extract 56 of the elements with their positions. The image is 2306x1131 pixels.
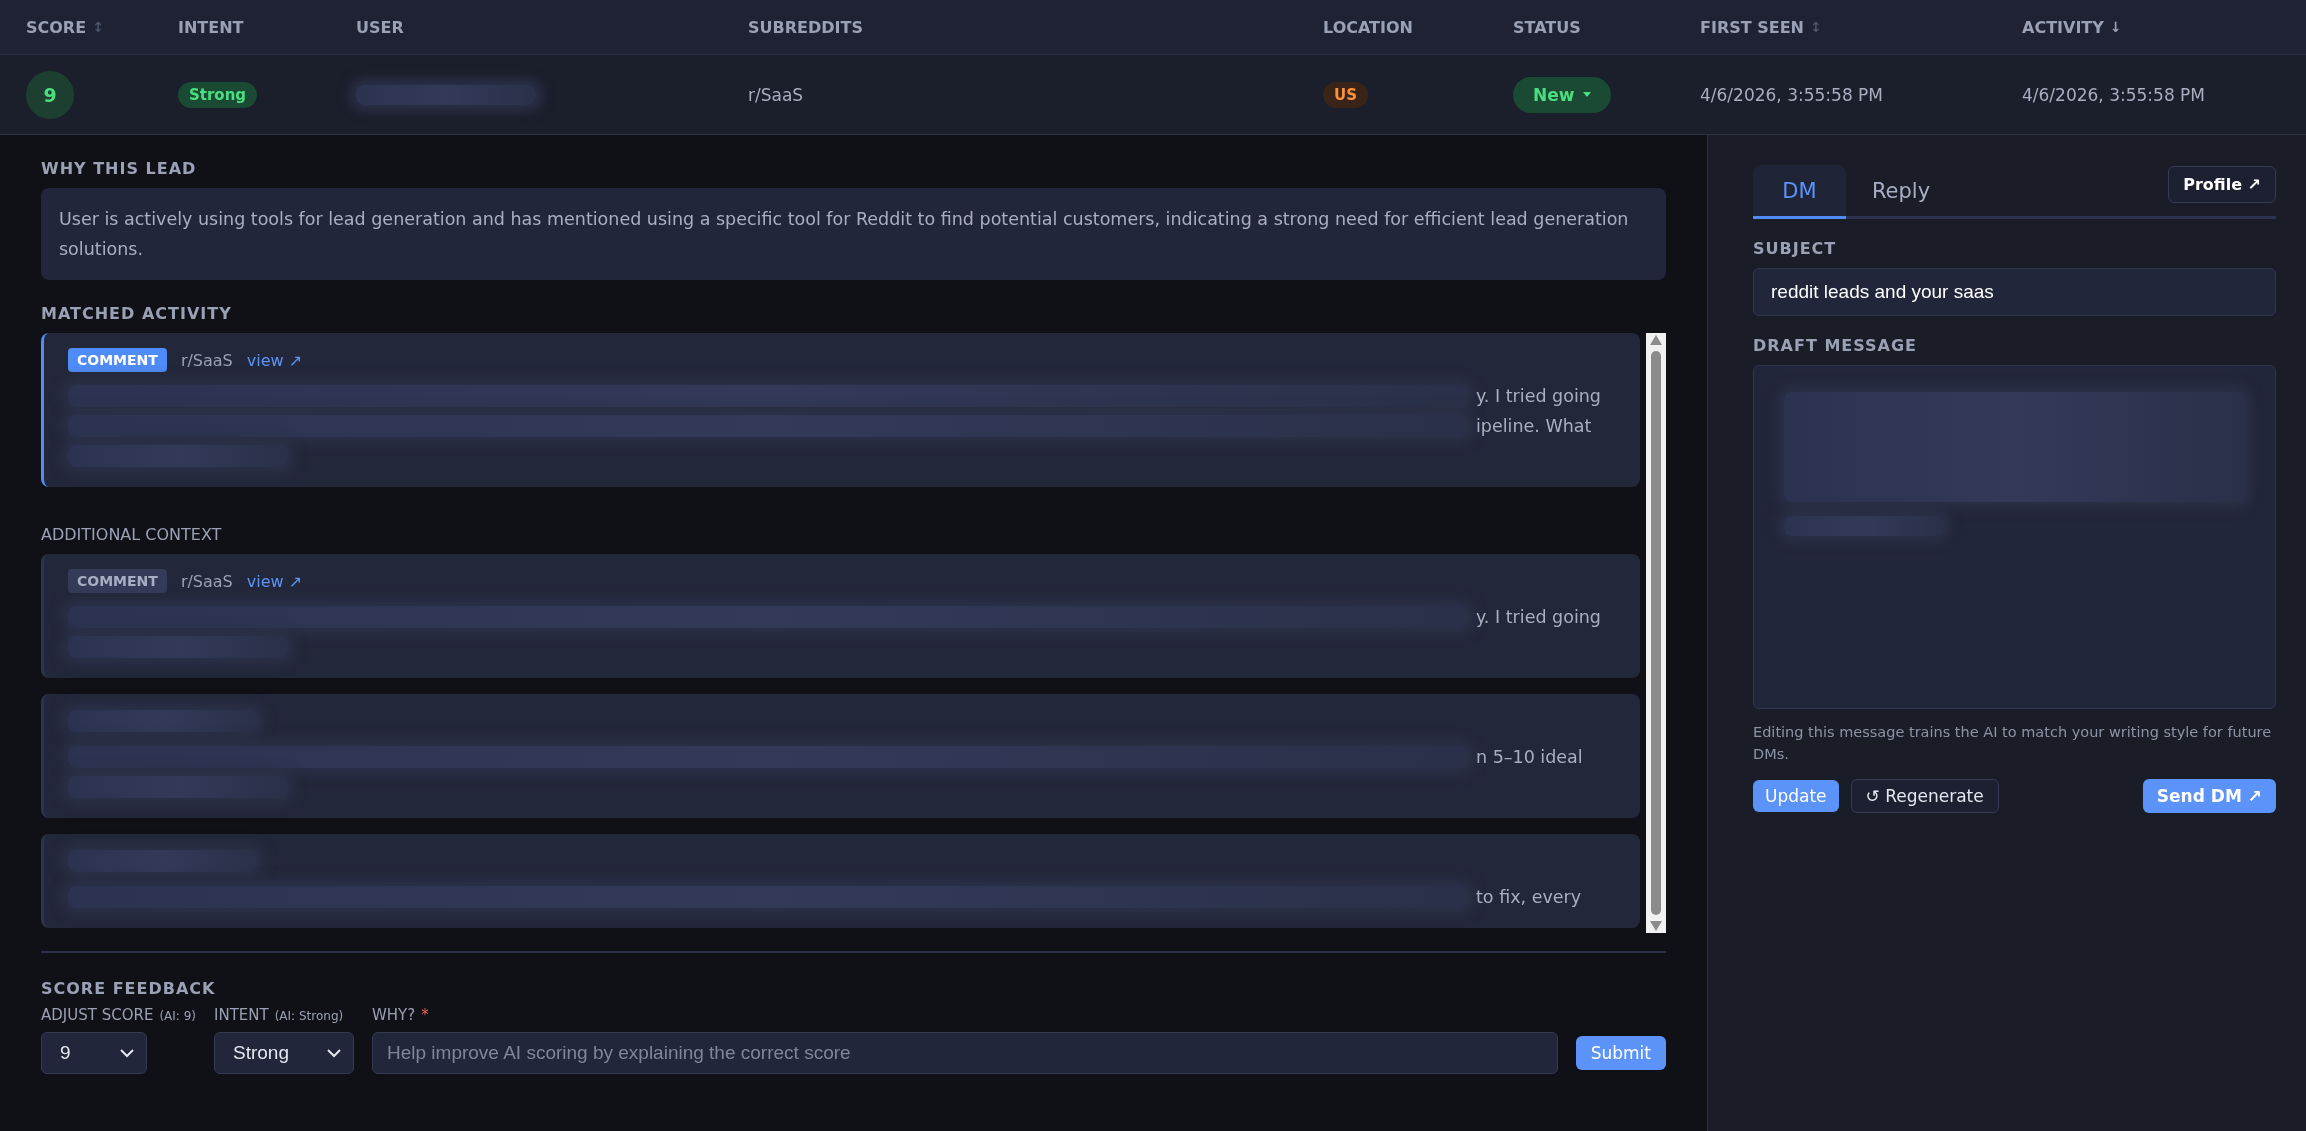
sort-icon: ↕ bbox=[1810, 19, 1822, 35]
field-label: INTENT (AI: Strong) bbox=[214, 1006, 345, 1024]
section-title: ADDITIONAL CONTEXT bbox=[41, 525, 223, 544]
subreddit-label: r/SaaS bbox=[180, 571, 233, 591]
lead-reason-text: User is actively using tools for lead generation and has mentioned using a specific tool for Reddit to find potential customers, indicating a strong need for efficient lead generation solutions. bbox=[41, 188, 1666, 280]
view-link[interactable]: view ↗ bbox=[246, 571, 303, 591]
chevron-down-icon bbox=[327, 1048, 341, 1058]
intent-select[interactable]: Strong bbox=[214, 1032, 354, 1074]
tab[interactable]: DM bbox=[1753, 165, 1846, 219]
table-cell-text: 4/6/2026, 3:55:58 PM bbox=[2021, 84, 2206, 105]
field-label: DRAFT MESSAGE bbox=[1753, 336, 1919, 355]
column-header[interactable]: STATUS bbox=[1487, 17, 1674, 37]
view-link[interactable]: view ↗ bbox=[246, 350, 303, 370]
profile-button[interactable]: Profile ↗ bbox=[2168, 166, 2276, 203]
scroll-up-icon[interactable] bbox=[1650, 335, 1662, 345]
section-title: MATCHED ACTIVITY bbox=[41, 304, 233, 323]
table-cell-text: r/SaaS bbox=[747, 84, 805, 105]
field-label: WHY? * bbox=[372, 1006, 430, 1024]
section-title: WHY THIS LEAD bbox=[41, 159, 198, 178]
scroll-down-icon[interactable] bbox=[1650, 921, 1662, 931]
location-tag: US bbox=[1323, 81, 1368, 108]
scrollbar-thumb[interactable] bbox=[1651, 351, 1661, 915]
comment-text-fragment: to fix, every bbox=[1476, 887, 1582, 907]
intent-tag: Strong bbox=[178, 81, 258, 108]
column-header[interactable]: USER bbox=[330, 17, 722, 37]
comment-tag: COMMENT bbox=[68, 348, 167, 372]
sort-icon: ↓ bbox=[2109, 19, 2122, 35]
help-text: Editing this message trains the AI to match your writing style for future DMs. bbox=[1753, 723, 2273, 764]
field-label: SUBJECT bbox=[1753, 239, 1838, 258]
caret-icon bbox=[1583, 92, 1592, 97]
reason-input[interactable]: Help improve AI scoring by explaining the correct score bbox=[372, 1032, 1558, 1074]
comment-text-fragment: y. I tried going bbox=[1476, 386, 1601, 406]
tab[interactable]: Reply bbox=[1846, 165, 1956, 219]
lead-row[interactable]: 9 Strong r/SaaS US New 4/6/2026, 3:55:58 PM 4/6/2026, 3:55:58 PM bbox=[0, 55, 2306, 135]
comment-text-fragment: n 5–10 ideal bbox=[1476, 747, 1583, 767]
score-select[interactable]: 9 bbox=[41, 1032, 147, 1074]
column-header[interactable]: SCORE ↕ bbox=[0, 17, 152, 37]
field-label: ADJUST SCORE (AI: 9) bbox=[41, 1006, 196, 1024]
column-header[interactable]: LOCATION bbox=[1297, 17, 1487, 37]
regenerate-button[interactable]: ↺ Regenerate bbox=[1850, 779, 1999, 813]
chevron-down-icon bbox=[120, 1048, 134, 1058]
table-cell-text: 4/6/2026, 3:55:58 PM bbox=[1699, 84, 1884, 105]
comment-text-fragment: y. I tried going bbox=[1476, 607, 1601, 627]
column-header[interactable]: FIRST SEEN ↕ bbox=[1674, 17, 1996, 37]
column-header[interactable]: SUBREDDITS bbox=[722, 17, 1297, 37]
sort-icon: ↕ bbox=[92, 19, 104, 35]
subject-input[interactable]: reddit leads and your saas bbox=[1753, 268, 2276, 316]
score-badge: 9 bbox=[26, 70, 74, 119]
subreddit-label: r/SaaS bbox=[180, 350, 233, 370]
comment-text-fragment: ipeline. What bbox=[1476, 416, 1592, 436]
column-header[interactable]: INTENT bbox=[152, 17, 330, 37]
section-title: SCORE FEEDBACK bbox=[41, 979, 217, 998]
scrollbar[interactable] bbox=[1646, 333, 1666, 933]
comment-tag: COMMENT bbox=[68, 569, 167, 593]
status-dropdown[interactable]: New bbox=[1513, 76, 1612, 113]
column-header[interactable]: ACTIVITY ↓ bbox=[1996, 17, 2306, 37]
